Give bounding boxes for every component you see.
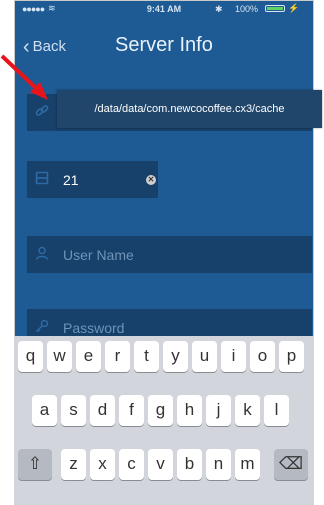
key-u[interactable]: u	[192, 341, 217, 372]
key-s[interactable]: s	[61, 395, 86, 426]
key-g[interactable]: g	[148, 395, 173, 426]
key-p[interactable]: p	[279, 341, 304, 372]
bluetooth-icon: ✱	[215, 4, 223, 14]
username-placeholder: User Name	[63, 247, 134, 263]
status-bar: ●●●●● ≋ 9:41 AM ✱ 100% ⚡	[15, 1, 313, 17]
keyboard-row-3: ⇧ z x c v b n m ⌫	[14, 449, 314, 483]
key-t[interactable]: t	[134, 341, 159, 372]
keyboard: q w e r t y u i o p a s d f g h j k l ⇧ …	[14, 336, 314, 505]
page-title: Server Info	[115, 34, 213, 56]
key-z[interactable]: z	[61, 449, 86, 480]
key-f[interactable]: f	[119, 395, 144, 426]
keyboard-row-1: q w e r t y u i o p	[14, 341, 314, 375]
key-c[interactable]: c	[119, 449, 144, 480]
key-h[interactable]: h	[177, 395, 202, 426]
key-v[interactable]: v	[148, 449, 173, 480]
key-a[interactable]: a	[32, 395, 57, 426]
clear-icon[interactable]: ✕	[146, 175, 156, 185]
key-x[interactable]: x	[90, 449, 115, 480]
server-icon	[35, 171, 49, 185]
key-i[interactable]: i	[221, 341, 246, 372]
key-l[interactable]: l	[264, 395, 289, 426]
key-m[interactable]: m	[235, 449, 260, 480]
key-b[interactable]: b	[177, 449, 202, 480]
password-placeholder: Password	[63, 320, 125, 336]
key-r[interactable]: r	[105, 341, 130, 372]
username-field[interactable]: User Name	[27, 236, 312, 273]
charging-icon: ⚡	[288, 3, 300, 13]
battery-percent: 100%	[235, 4, 259, 14]
battery-icon	[265, 5, 285, 12]
key-k[interactable]: k	[235, 395, 260, 426]
key-e[interactable]: e	[76, 341, 101, 372]
key-n[interactable]: n	[206, 449, 231, 480]
port-value: 21	[63, 172, 79, 188]
key-d[interactable]: d	[90, 395, 115, 426]
key-icon	[35, 319, 49, 333]
key-o[interactable]: o	[250, 341, 275, 372]
path-tooltip: /data/data/com.newcocoffee.cx3/cache	[57, 90, 322, 128]
shift-icon[interactable]: ⇧	[18, 449, 52, 480]
red-arrow-annotation	[0, 54, 48, 100]
back-label: Back	[32, 38, 67, 55]
key-q[interactable]: q	[18, 341, 43, 372]
key-y[interactable]: y	[163, 341, 188, 372]
keyboard-row-2: a s d f g h j k l	[14, 395, 314, 429]
port-field[interactable]: 21 ✕	[27, 161, 158, 198]
user-icon	[35, 246, 49, 260]
key-w[interactable]: w	[47, 341, 72, 372]
delete-icon[interactable]: ⌫	[274, 449, 308, 480]
link-icon	[35, 104, 49, 118]
key-j[interactable]: j	[206, 395, 231, 426]
